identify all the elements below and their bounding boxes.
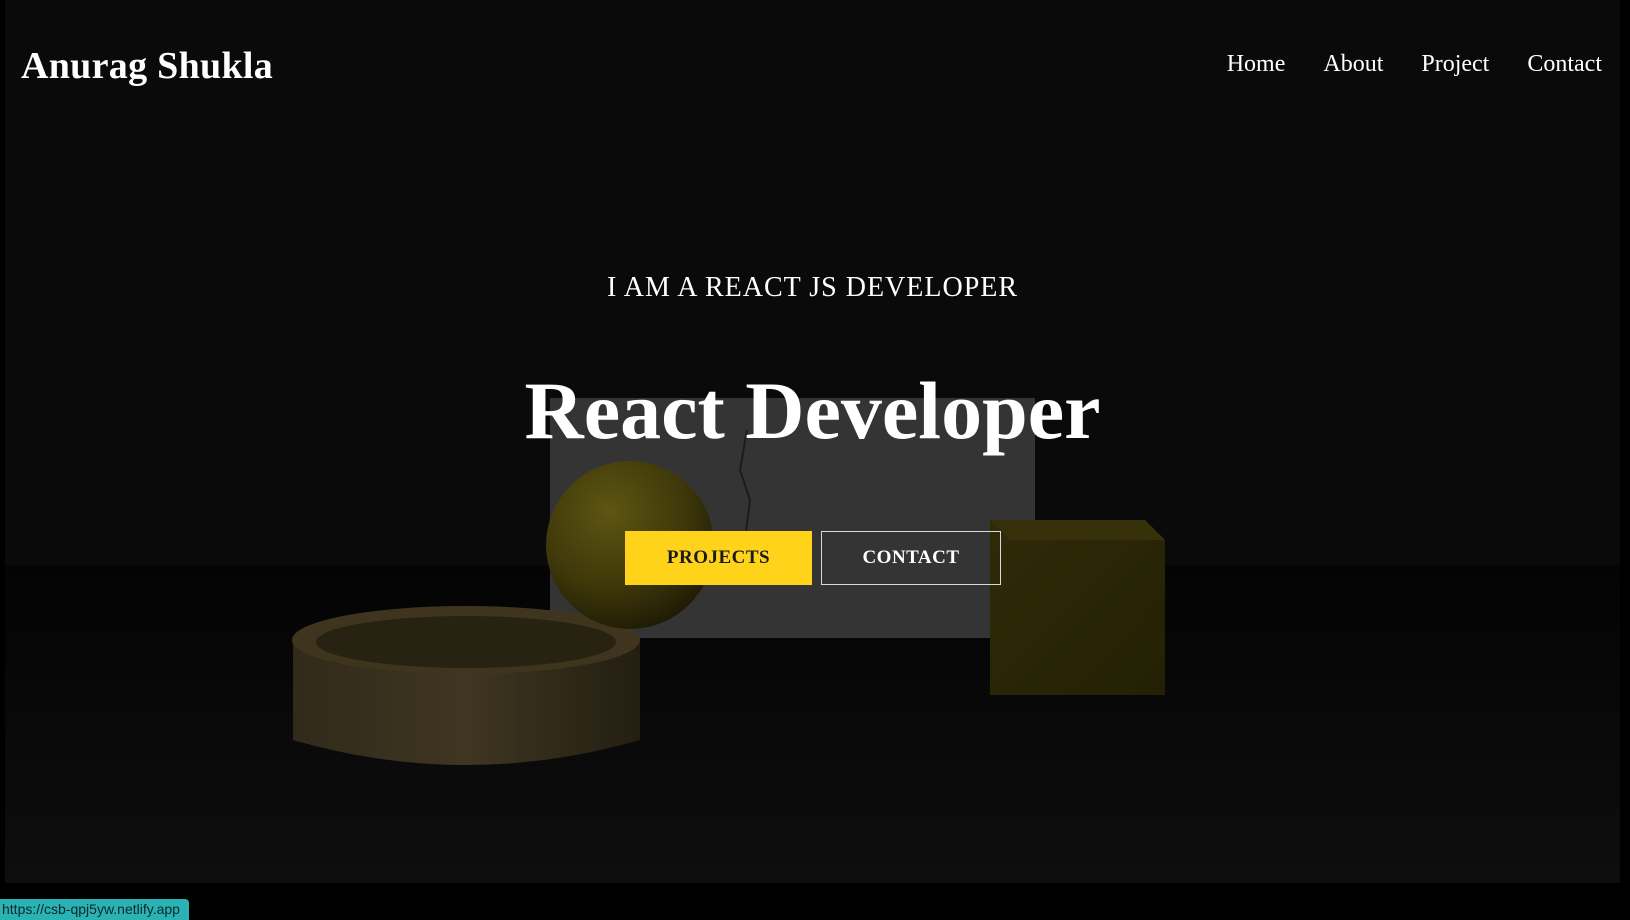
brand-logo[interactable]: Anurag Shukla <box>21 44 273 88</box>
nav-item-about: About <box>1323 51 1383 78</box>
nav-link-project[interactable]: Project <box>1421 51 1489 77</box>
contact-button[interactable]: CONTACT <box>821 531 1001 585</box>
hero-eyebrow: I AM A REACT JS DEVELOPER <box>606 272 1019 303</box>
nav-item-project: Project <box>1421 51 1489 78</box>
projects-button[interactable]: PROJECTS <box>625 531 812 585</box>
navbar: Anurag Shukla Home About Project Contact <box>5 0 1620 135</box>
hero-title: React Developer <box>524 365 1101 456</box>
status-bar-url: https://csb-qpj5yw.netlify.app <box>0 899 189 920</box>
nav-link-contact[interactable]: Contact <box>1527 51 1602 77</box>
nav-item-contact: Contact <box>1527 51 1602 78</box>
hero-actions: PROJECTS CONTACT <box>5 531 1620 585</box>
nav-menu: Home About Project Contact <box>1227 51 1602 78</box>
hero-section: Anurag Shukla Home About Project Contact… <box>5 0 1620 883</box>
nav-link-about[interactable]: About <box>1323 51 1383 77</box>
nav-link-home[interactable]: Home <box>1227 51 1286 77</box>
nav-item-home: Home <box>1227 51 1286 78</box>
